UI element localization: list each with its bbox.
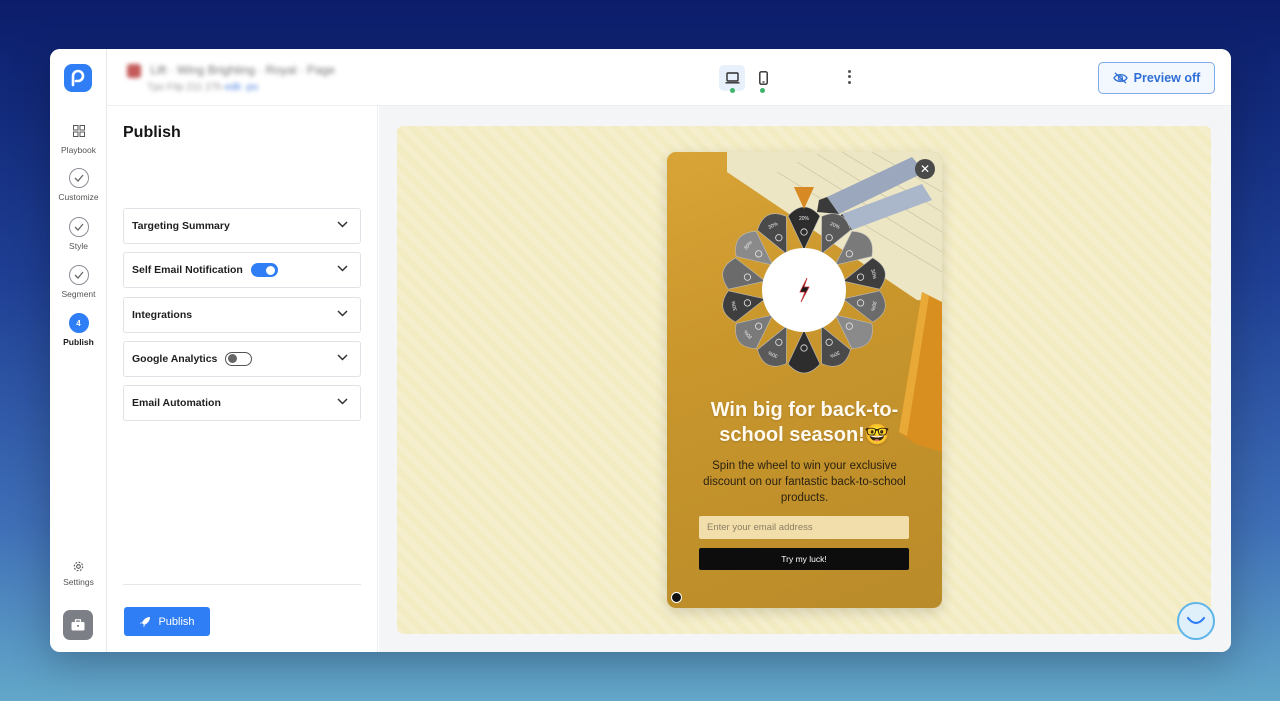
chevron-down-icon — [337, 354, 348, 361]
check-icon — [68, 168, 89, 188]
top-header: Lift · Wing Brighting · Royal · Page Tpo… — [107, 49, 1231, 106]
preview-stage: ✕ 20% 20% 30% 30% 30% 30% 30% 30% 30% 30% Win big… — [379, 106, 1231, 652]
prize-wheel[interactable]: 20%20%30%30%30%30%30%30%30%30% — [714, 200, 894, 380]
campaign-title-blurred: Lift · Wing Brighting · Royal · Page Tpo… — [127, 63, 335, 93]
publish-panel: Publish Targeting Summary Self Email Not… — [107, 106, 378, 652]
nav-settings[interactable]: Settings — [50, 559, 107, 587]
nav-segment-label: Segment — [61, 289, 96, 299]
nav-playbook-label: Playbook — [61, 145, 96, 155]
wheel-segment-label: 20% — [799, 216, 810, 222]
nav-rail: Playbook Customize Style Segment 4 Publi… — [50, 49, 107, 652]
accordion-email-automation[interactable]: Email Automation — [123, 385, 361, 421]
accordion-google-analytics[interactable]: Google Analytics — [123, 341, 361, 377]
smile-icon — [1186, 616, 1206, 625]
nav-customize-label: Customize — [58, 192, 99, 202]
check-icon — [68, 217, 89, 237]
wheel-pointer-icon — [794, 187, 814, 209]
playbook-icon — [69, 121, 89, 141]
chevron-down-icon — [337, 398, 348, 405]
preview-canvas: ✕ 20% 20% 30% 30% 30% 30% 30% 30% 30% 30% Win big… — [397, 126, 1211, 634]
app-logo[interactable] — [64, 64, 92, 92]
chevron-down-icon — [337, 310, 348, 317]
nav-settings-label: Settings — [63, 577, 94, 587]
accordion-label: Email Automation — [132, 397, 221, 409]
rocket-icon — [140, 616, 151, 627]
chat-widget-button[interactable] — [1177, 602, 1215, 640]
publish-button-label: Publish — [158, 615, 195, 628]
accordion-label: Self Email Notification — [132, 264, 243, 276]
chevron-down-icon — [337, 265, 348, 272]
campaign-thumbnail — [127, 63, 141, 78]
accordion-label: Integrations — [132, 309, 193, 321]
popup-headline: Win big for back-to-school season!🤓 — [710, 399, 899, 446]
email-input[interactable] — [699, 516, 909, 539]
mobile-status-dot — [760, 88, 765, 93]
wheel-segment — [787, 329, 821, 374]
step-number-badge: 4 — [68, 313, 89, 333]
preview-toggle-button[interactable]: Preview off — [1098, 62, 1215, 94]
nav-publish-label: Publish — [63, 337, 94, 347]
nav-customize[interactable]: Customize — [50, 168, 107, 202]
nav-style-label: Style — [69, 241, 88, 251]
more-options-icon[interactable] — [844, 69, 854, 85]
spin-wheel-popup: ✕ 20% 20% 30% 30% 30% 30% 30% 30% 30% 30% Win big… — [667, 152, 942, 608]
panel-title: Publish — [123, 124, 181, 141]
self-email-toggle[interactable] — [250, 263, 278, 277]
app-window: Playbook Customize Style Segment 4 Publi… — [50, 49, 1231, 652]
briefcase-icon — [71, 619, 85, 631]
panel-divider — [123, 584, 361, 585]
check-icon — [68, 265, 89, 285]
nav-playbook[interactable]: Playbook — [50, 121, 107, 155]
popup-close-button[interactable]: ✕ — [915, 159, 935, 179]
try-my-luck-button[interactable]: Try my luck! — [699, 548, 909, 570]
desktop-status-dot — [730, 88, 735, 93]
nav-publish[interactable]: 4 Publish — [50, 313, 107, 347]
wheel-segment: 20% — [787, 206, 821, 251]
popup-subline: Spin the wheel to win your exclusive dis… — [703, 460, 906, 504]
nav-style[interactable]: Style — [50, 217, 107, 251]
publish-button[interactable]: Publish — [124, 607, 210, 636]
brand-badge-icon — [671, 592, 682, 603]
accordion-self-email-notification[interactable]: Self Email Notification — [123, 252, 361, 288]
campaign-subtitle: Tpo Fitp 211 27h — [147, 81, 222, 93]
accordion-label: Google Analytics — [132, 353, 218, 365]
mobile-icon — [758, 71, 768, 85]
accordion-integrations[interactable]: Integrations — [123, 297, 361, 333]
gear-icon — [69, 559, 89, 573]
chevron-down-icon — [337, 221, 348, 228]
campaign-link[interactable]: edit ·po — [225, 82, 258, 93]
accordion-targeting-summary[interactable]: Targeting Summary — [123, 208, 361, 244]
google-analytics-toggle[interactable] — [225, 352, 253, 366]
preview-label: Preview off — [1133, 71, 1201, 85]
eye-off-icon — [1112, 72, 1128, 84]
nav-segment[interactable]: Segment — [50, 265, 107, 299]
campaign-title: Lift · Wing Brighting · Royal · Page — [150, 63, 336, 77]
desktop-icon — [725, 72, 739, 84]
briefcase-button[interactable] — [63, 610, 93, 640]
accordion-label: Targeting Summary — [132, 220, 230, 232]
